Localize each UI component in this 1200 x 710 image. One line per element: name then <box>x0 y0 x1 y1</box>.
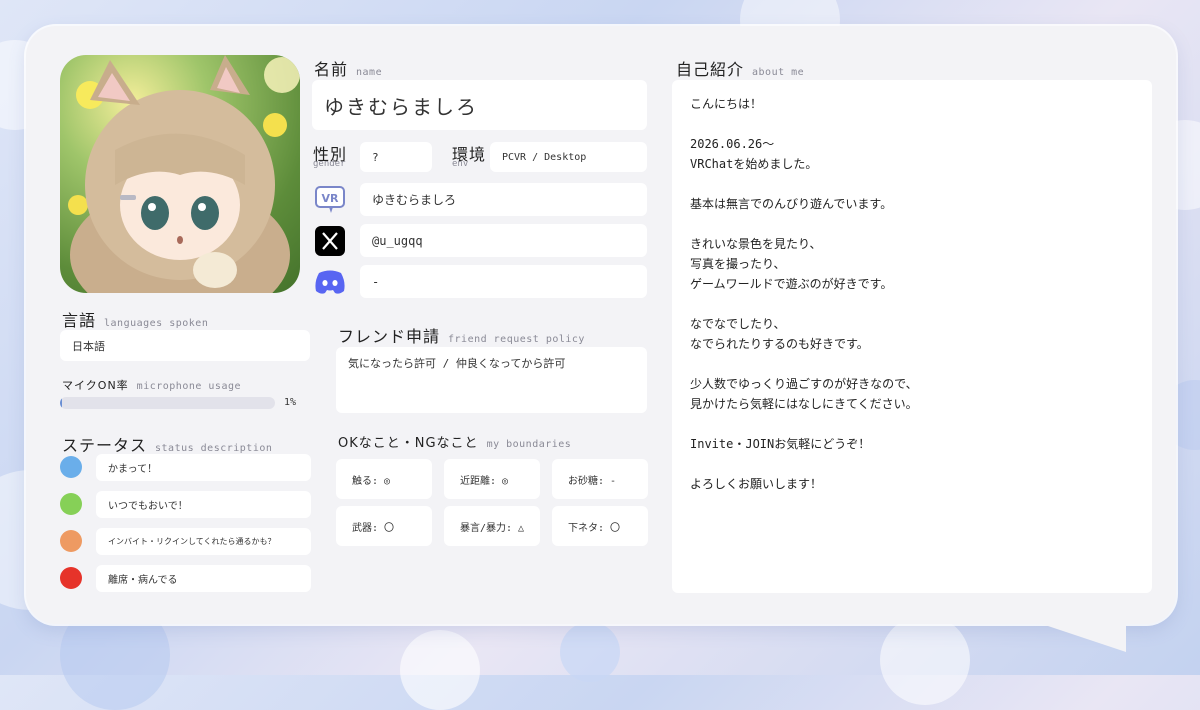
discord-field: - <box>360 265 647 298</box>
status-color-dot <box>60 530 82 552</box>
boundaries-label: OKなこと・NGなこと my boundaries <box>338 436 572 451</box>
status-label: ステータス status description <box>62 436 273 455</box>
vrchat-name-field: ゆきむらましろ <box>360 183 647 216</box>
bokeh <box>560 622 620 682</box>
speech-tail <box>1030 620 1126 652</box>
mic-usage-bar <box>60 397 275 409</box>
env-field: PCVR / Desktop <box>490 142 647 172</box>
boundary-item: 武器: 〇 <box>336 506 432 546</box>
avatar <box>60 55 300 293</box>
x-icon <box>314 225 346 257</box>
status-text: 離席・病んでる <box>96 565 311 592</box>
mic-usage-value: 1% <box>284 397 297 408</box>
bokeh <box>400 630 480 710</box>
about-panel: こんにちは！ 2026.06.26〜 VRChatを始めました。 基本は無言での… <box>672 80 1152 593</box>
env-sublabel: env <box>452 159 469 169</box>
status-color-dot <box>60 456 82 478</box>
x-handle-field: @u_ugqq <box>360 224 647 257</box>
boundary-item: 触る: ◎ <box>336 459 432 499</box>
status-text: いつでもおいで！ <box>96 491 311 518</box>
bokeh <box>880 615 970 705</box>
status-color-dot <box>60 493 82 515</box>
boundary-item: 下ネタ: 〇 <box>552 506 648 546</box>
svg-text:VR: VR <box>322 192 340 205</box>
mic-label: マイクON率 microphone usage <box>62 379 241 392</box>
friend-label: フレンド申請 friend request policy <box>338 327 585 346</box>
status-text: かまって！ <box>96 454 311 481</box>
status-text: インバイト・リクインしてくれたら通るかも？ <box>96 528 311 555</box>
boundary-item: 近距離: ◎ <box>444 459 540 499</box>
avatar-illustration <box>68 55 300 293</box>
languages-field: 日本語 <box>60 330 310 361</box>
friend-policy-field: 気になったら許可 / 仲良くなってから許可 <box>336 347 647 413</box>
boundary-item: 暴言/暴力: △ <box>444 506 540 546</box>
gender-sublabel: gender <box>313 159 346 169</box>
name-label: 名前 name <box>314 60 383 79</box>
gender-field: ? <box>360 142 432 172</box>
vrchat-icon: VR <box>314 184 346 216</box>
boundary-item: お砂糖: - <box>552 459 648 499</box>
status-color-dot <box>60 567 82 589</box>
languages-label: 言語 languages spoken <box>62 311 209 330</box>
discord-icon <box>314 266 346 298</box>
name-field: ゆきむらましろ <box>312 80 647 130</box>
about-label: 自己紹介 about me <box>676 60 805 79</box>
about-text: こんにちは！ 2026.06.26〜 VRChatを始めました。 基本は無言での… <box>690 97 918 491</box>
